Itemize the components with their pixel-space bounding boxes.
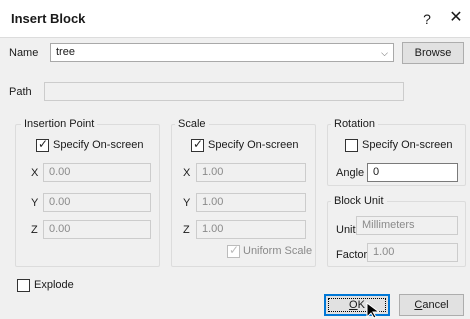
angle-field[interactable]: 0 <box>367 163 458 182</box>
uniform-scale-label: Uniform Scale <box>243 245 313 257</box>
close-button[interactable]: ✕ <box>446 8 466 28</box>
mouse-cursor-icon <box>366 302 381 318</box>
name-label: Name <box>9 47 39 59</box>
scale-y-field: 1.00 <box>196 193 306 212</box>
insertion-point-title: Insertion Point <box>21 118 98 130</box>
cancel-label: ancel <box>422 299 449 311</box>
scale-title: Scale <box>175 118 209 130</box>
uniform-scale-checkbox: ✓ <box>227 243 240 258</box>
insertion-y-field: 0.00 <box>43 193 151 212</box>
chevron-down-icon[interactable]: ⌵ <box>381 47 388 60</box>
insertion-z-field: 0.00 <box>43 220 151 239</box>
rotation-specify-label: Specify On-screen <box>362 139 453 151</box>
scale-specify-checkbox[interactable]: ✓ <box>191 137 204 152</box>
scale-x-label: X <box>183 167 191 179</box>
checkmark-icon: ✓ <box>229 243 240 257</box>
factor-field: 1.00 <box>367 243 458 262</box>
insertion-x-label: X <box>31 167 39 179</box>
name-value: tree <box>56 46 75 58</box>
insertion-x-field: 0.00 <box>43 163 151 182</box>
insertion-specify-checkbox[interactable]: ✓ <box>36 137 49 152</box>
rotation-specify-checkbox[interactable] <box>345 139 358 152</box>
angle-label: Angle <box>336 167 365 179</box>
unit-label: Unit <box>336 224 356 236</box>
scale-z-field: 1.00 <box>196 220 306 239</box>
checkmark-icon: ✓ <box>38 137 49 151</box>
explode-checkbox[interactable] <box>17 279 30 292</box>
insertion-specify-label: Specify On-screen <box>53 139 144 151</box>
unit-field: Millimeters <box>356 216 458 235</box>
name-combobox[interactable]: tree ⌵ <box>50 43 394 62</box>
scale-x-field: 1.00 <box>196 163 306 182</box>
scale-z-label: Z <box>183 224 190 236</box>
factor-label: Factor <box>336 249 368 261</box>
explode-label: Explode <box>34 279 74 291</box>
browse-button[interactable]: Browse <box>402 42 464 64</box>
checkmark-icon: ✓ <box>193 137 204 151</box>
cancel-button[interactable]: Cancel <box>399 294 464 316</box>
rotation-title: Rotation <box>331 118 378 130</box>
help-button[interactable]: ? <box>417 9 437 29</box>
insertion-z-label: Z <box>31 224 38 236</box>
scale-y-label: Y <box>183 197 191 209</box>
insertion-y-label: Y <box>31 197 39 209</box>
path-label: Path <box>9 86 32 98</box>
scale-specify-label: Specify On-screen <box>208 139 299 151</box>
block-unit-title: Block Unit <box>331 195 387 207</box>
path-field <box>44 82 404 101</box>
dialog-title: Insert Block <box>11 11 86 26</box>
